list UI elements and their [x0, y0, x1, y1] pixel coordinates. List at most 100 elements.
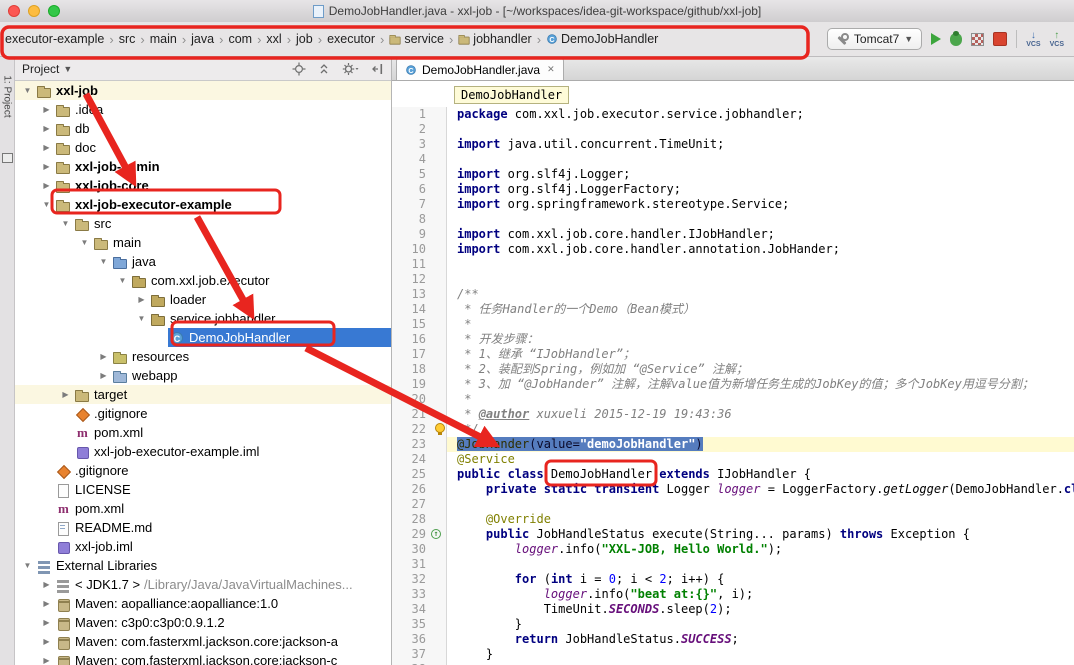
- project-tool-window-button[interactable]: 1: Project: [2, 64, 13, 130]
- collapse-all-icon[interactable]: [317, 62, 331, 76]
- code-line[interactable]: 25public class DemoJobHandler extends IJ…: [392, 467, 1074, 482]
- code-line[interactable]: 28 @Override: [392, 512, 1074, 527]
- code-line[interactable]: 30 logger.info("XXL-JOB, Hello World.");: [392, 542, 1074, 557]
- expanded-arrow-icon[interactable]: ▼: [20, 86, 35, 95]
- code-line[interactable]: 19 * 3、加 “@JobHander” 注解，注解value值为新增任务生成…: [392, 377, 1074, 392]
- run-button[interactable]: [931, 33, 941, 45]
- breadcrumb-item[interactable]: src: [119, 32, 136, 46]
- override-marker-icon[interactable]: ↑: [428, 527, 446, 542]
- breadcrumb-item[interactable]: xxl: [266, 32, 281, 46]
- code-line[interactable]: 4: [392, 152, 1074, 167]
- code-line[interactable]: 33 logger.info("beat at:{}", i);: [392, 587, 1074, 602]
- code-line[interactable]: 1package com.xxl.job.executor.service.jo…: [392, 107, 1074, 122]
- settings-gear-icon[interactable]: [342, 62, 359, 76]
- tree-item[interactable]: pom.xml: [15, 499, 391, 518]
- tree-item[interactable]: .gitignore: [15, 461, 391, 480]
- tree-item[interactable]: ▼com.xxl.job.executor: [15, 271, 391, 290]
- tree-item[interactable]: ▶Maven: aopalliance:aopalliance:1.0: [15, 594, 391, 613]
- tree-item[interactable]: ▶loader: [15, 290, 391, 309]
- code-line[interactable]: 34 TimeUnit.SECONDS.sleep(2);: [392, 602, 1074, 617]
- code-line[interactable]: 29↑ public JobHandleStatus execute(Strin…: [392, 527, 1074, 542]
- code-line[interactable]: 8: [392, 212, 1074, 227]
- expanded-arrow-icon[interactable]: ▼: [20, 561, 35, 570]
- close-window-button[interactable]: [8, 5, 20, 17]
- code-line[interactable]: 23@JobHander(value="demoJobHandler"): [392, 437, 1074, 452]
- expanded-arrow-icon[interactable]: ▼: [134, 314, 149, 323]
- breadcrumb-item[interactable]: executor: [327, 32, 375, 46]
- expanded-arrow-icon[interactable]: ▼: [77, 238, 92, 247]
- tree-item[interactable]: xxl-job.iml: [15, 537, 391, 556]
- collapsed-arrow-icon[interactable]: ▶: [39, 656, 54, 665]
- collapsed-arrow-icon[interactable]: ▶: [39, 143, 54, 152]
- intention-bulb-icon[interactable]: [435, 423, 445, 433]
- code-line[interactable]: 17 * 1、继承 “IJobHandler”；: [392, 347, 1074, 362]
- code-line[interactable]: 3import java.util.concurrent.TimeUnit;: [392, 137, 1074, 152]
- collapsed-arrow-icon[interactable]: ▶: [134, 295, 149, 304]
- code-line[interactable]: 31: [392, 557, 1074, 572]
- code-line[interactable]: 5import org.slf4j.Logger;: [392, 167, 1074, 182]
- tree-item[interactable]: ▶xxl-job-admin: [15, 157, 391, 176]
- breadcrumb-item[interactable]: main: [150, 32, 177, 46]
- tree-item[interactable]: DemoJobHandler: [15, 328, 391, 347]
- breadcrumb-item[interactable]: DemoJobHandler: [546, 31, 658, 47]
- run-with-coverage-button[interactable]: [971, 33, 984, 46]
- tree-item[interactable]: ▶target: [15, 385, 391, 404]
- collapsed-arrow-icon[interactable]: ▶: [39, 162, 54, 171]
- expanded-arrow-icon[interactable]: ▼: [96, 257, 111, 266]
- tree-item[interactable]: ▼External Libraries: [15, 556, 391, 575]
- code-line[interactable]: 15 *: [392, 317, 1074, 332]
- collapsed-arrow-icon[interactable]: ▶: [39, 181, 54, 190]
- code-line[interactable]: 37 }: [392, 647, 1074, 662]
- collapsed-arrow-icon[interactable]: ▶: [39, 105, 54, 114]
- hide-panel-icon[interactable]: [370, 62, 384, 76]
- tree-item[interactable]: ▶Maven: com.fasterxml.jackson.core:jacks…: [15, 632, 391, 651]
- breadcrumb-item[interactable]: jobhandler: [458, 31, 531, 47]
- code-line[interactable]: 12: [392, 272, 1074, 287]
- breadcrumb-item[interactable]: com: [228, 32, 252, 46]
- code-line[interactable]: 2: [392, 122, 1074, 137]
- tree-item[interactable]: pom.xml: [15, 423, 391, 442]
- code-line[interactable]: 27: [392, 497, 1074, 512]
- tree-item[interactable]: ▼java: [15, 252, 391, 271]
- code-line[interactable]: 35 }: [392, 617, 1074, 632]
- collapsed-arrow-icon[interactable]: ▶: [39, 637, 54, 646]
- code-line[interactable]: 36 return JobHandleStatus.SUCCESS;: [392, 632, 1074, 647]
- code-line[interactable]: 13/**: [392, 287, 1074, 302]
- breadcrumb-item[interactable]: executor-example: [5, 32, 104, 46]
- breadcrumb-item[interactable]: service: [389, 31, 444, 47]
- tree-item[interactable]: ▶webapp: [15, 366, 391, 385]
- tree-item[interactable]: ▶db: [15, 119, 391, 138]
- debug-button[interactable]: [950, 33, 962, 46]
- code-line[interactable]: 18 * 2、装配到Spring，例如加 “@Service” 注解；: [392, 362, 1074, 377]
- collapsed-arrow-icon[interactable]: ▶: [39, 599, 54, 608]
- tree-item[interactable]: .gitignore: [15, 404, 391, 423]
- tree-item[interactable]: ▶doc: [15, 138, 391, 157]
- expanded-arrow-icon[interactable]: ▼: [115, 276, 130, 285]
- tree-item[interactable]: README.md: [15, 518, 391, 537]
- code-line[interactable]: 22 */: [392, 422, 1074, 437]
- collapsed-arrow-icon[interactable]: ▶: [58, 390, 73, 399]
- code-line[interactable]: 14 * 任务Handler的一个Demo（Bean模式）: [392, 302, 1074, 317]
- vcs-commit-button[interactable]: ↑ VCS: [1050, 31, 1064, 48]
- code-line[interactable]: 7import org.springframework.stereotype.S…: [392, 197, 1074, 212]
- code-line[interactable]: 21 * @author xuxueli 2015-12-19 19:43:36: [392, 407, 1074, 422]
- collapsed-arrow-icon[interactable]: ▶: [96, 352, 111, 361]
- tree-item[interactable]: ▶resources: [15, 347, 391, 366]
- tree-item[interactable]: LICENSE: [15, 480, 391, 499]
- vcs-update-button[interactable]: ↓ VCS: [1026, 31, 1040, 48]
- zoom-window-button[interactable]: [48, 5, 60, 17]
- code-editor[interactable]: DemoJobHandler 1package com.xxl.job.exec…: [392, 81, 1074, 665]
- tree-item[interactable]: xxl-job-executor-example.iml: [15, 442, 391, 461]
- collapsed-arrow-icon[interactable]: ▶: [39, 618, 54, 627]
- tree-item[interactable]: ▼xxl-job-executor-example: [15, 195, 391, 214]
- tool-window-icon[interactable]: [2, 153, 13, 163]
- minimize-window-button[interactable]: [28, 5, 40, 17]
- code-line[interactable]: 24@Service: [392, 452, 1074, 467]
- expanded-arrow-icon[interactable]: ▼: [58, 219, 73, 228]
- breadcrumb-item[interactable]: java: [191, 32, 214, 46]
- collapsed-arrow-icon[interactable]: ▶: [39, 580, 54, 589]
- code-line[interactable]: 32 for (int i = 0; i < 2; i++) {: [392, 572, 1074, 587]
- tree-item[interactable]: ▼main: [15, 233, 391, 252]
- tree-item[interactable]: ▼service.jobhandler: [15, 309, 391, 328]
- code-line[interactable]: 10import com.xxl.job.core.handler.annota…: [392, 242, 1074, 257]
